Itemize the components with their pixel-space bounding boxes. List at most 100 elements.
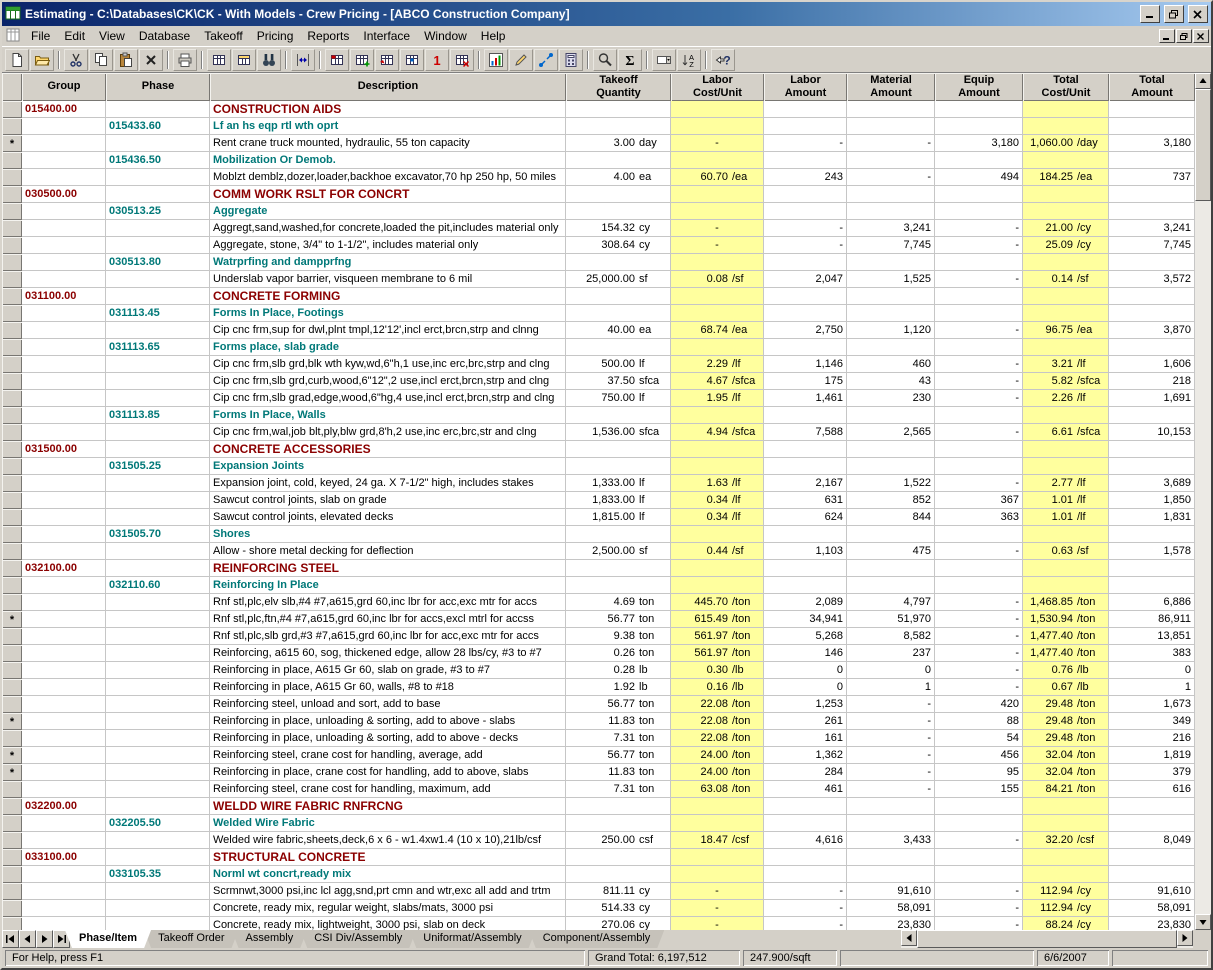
labor-cost-unit-cell[interactable] <box>671 186 764 203</box>
description-cell[interactable]: Sawcut control joints, elevated decks <box>210 509 566 526</box>
phase-cell[interactable] <box>106 373 210 390</box>
phase-cell[interactable] <box>106 288 210 305</box>
total-amount-cell[interactable] <box>1109 577 1195 594</box>
group-cell[interactable] <box>22 611 106 628</box>
equip-amount-cell[interactable] <box>935 577 1023 594</box>
description-cell[interactable]: Concrete, ready mix, lightweight, 3000 p… <box>210 917 566 930</box>
equip-amount-cell[interactable]: - <box>935 679 1023 696</box>
takeoff-quantity-cell[interactable] <box>566 152 671 169</box>
takeoff-quantity-cell[interactable]: 1.92 lb <box>566 679 671 696</box>
row-marker[interactable] <box>2 883 22 900</box>
group-cell[interactable] <box>22 390 106 407</box>
group-cell[interactable] <box>22 747 106 764</box>
equip-amount-cell[interactable]: 494 <box>935 169 1023 186</box>
phase-cell[interactable]: 031505.70 <box>106 526 210 543</box>
row-marker[interactable] <box>2 458 22 475</box>
phase-cell[interactable] <box>106 322 210 339</box>
labor-amount-cell[interactable]: - <box>764 900 847 917</box>
description-cell[interactable]: Reinforcing in place, unloading & sortin… <box>210 713 566 730</box>
scroll-down-button[interactable] <box>1195 914 1211 930</box>
material-amount-cell[interactable]: - <box>847 169 935 186</box>
group-cell[interactable] <box>22 543 106 560</box>
total-cost-unit-cell[interactable] <box>1023 305 1109 322</box>
takeoff-quantity-cell[interactable] <box>566 254 671 271</box>
material-amount-cell[interactable] <box>847 203 935 220</box>
equip-amount-cell[interactable]: 54 <box>935 730 1023 747</box>
material-amount-cell[interactable]: 1 <box>847 679 935 696</box>
tab-component-assembly[interactable]: Component/Assembly <box>529 930 665 948</box>
total-cost-unit-cell[interactable]: 1,060.00/day <box>1023 135 1109 152</box>
material-amount-cell[interactable]: 1,525 <box>847 271 935 288</box>
takeoff-quantity-cell[interactable] <box>566 101 671 118</box>
labor-amount-cell[interactable] <box>764 560 847 577</box>
description-cell[interactable]: Cip cnc frm,slb grd,blk wth kyw,wd,6"h,1… <box>210 356 566 373</box>
labor-amount-cell[interactable] <box>764 577 847 594</box>
phase-cell[interactable] <box>106 424 210 441</box>
material-amount-cell[interactable] <box>847 458 935 475</box>
total-amount-cell[interactable] <box>1109 118 1195 135</box>
material-amount-cell[interactable]: - <box>847 764 935 781</box>
labor-cost-unit-cell[interactable]: 60.70/ea <box>671 169 764 186</box>
title-bar[interactable]: Estimating - C:\Databases\CK\CK - With M… <box>2 2 1211 26</box>
labor-cost-unit-cell[interactable] <box>671 407 764 424</box>
labor-cost-unit-cell[interactable] <box>671 101 764 118</box>
corner-header[interactable] <box>2 73 22 101</box>
description-cell[interactable]: Cip cnc frm,sup for dwl,plnt tmpl,12'12'… <box>210 322 566 339</box>
group-cell[interactable]: 030500.00 <box>22 186 106 203</box>
labor-cost-unit-cell[interactable]: - <box>671 917 764 930</box>
labor-amount-cell[interactable]: 161 <box>764 730 847 747</box>
total-amount-cell[interactable]: 379 <box>1109 764 1195 781</box>
total-cost-unit-cell[interactable] <box>1023 560 1109 577</box>
description-cell[interactable]: Reinforcing in place, A615 Gr 60, walls,… <box>210 679 566 696</box>
takeoff-quantity-cell[interactable]: 750.00 lf <box>566 390 671 407</box>
labor-amount-cell[interactable] <box>764 152 847 169</box>
mdi-close-button[interactable] <box>1193 29 1209 43</box>
labor-cost-unit-cell[interactable] <box>671 866 764 883</box>
group-cell[interactable] <box>22 118 106 135</box>
equip-amount-cell[interactable] <box>935 798 1023 815</box>
total-cost-unit-cell[interactable]: 184.25/ea <box>1023 169 1109 186</box>
chart-icon[interactable] <box>484 48 508 71</box>
total-amount-cell[interactable]: 383 <box>1109 645 1195 662</box>
labor-cost-unit-cell[interactable] <box>671 254 764 271</box>
equip-amount-cell[interactable]: - <box>935 475 1023 492</box>
material-amount-cell[interactable]: 43 <box>847 373 935 390</box>
labor-cost-unit-cell[interactable] <box>671 815 764 832</box>
description-cell[interactable]: Rnf stl,plc,elv slb,#4 #7,a615,grd 60,in… <box>210 594 566 611</box>
description-cell[interactable]: Reinforcing, a615 60, sog, thickened edg… <box>210 645 566 662</box>
takeoff-quantity-cell[interactable]: 270.06 cy <box>566 917 671 930</box>
labor-amount-cell[interactable]: 175 <box>764 373 847 390</box>
row-marker[interactable]: * <box>2 747 22 764</box>
group-cell[interactable]: 033100.00 <box>22 849 106 866</box>
row-marker[interactable] <box>2 271 22 288</box>
labor-amount-cell[interactable] <box>764 441 847 458</box>
equip-amount-cell[interactable] <box>935 254 1023 271</box>
total-cost-unit-cell[interactable]: 32.04/ton <box>1023 764 1109 781</box>
row-marker[interactable] <box>2 526 22 543</box>
labor-amount-cell[interactable]: 2,047 <box>764 271 847 288</box>
total-cost-unit-cell[interactable] <box>1023 866 1109 883</box>
group-cell[interactable] <box>22 475 106 492</box>
takeoff-quantity-cell[interactable]: 308.64 cy <box>566 237 671 254</box>
material-amount-cell[interactable]: 1,120 <box>847 322 935 339</box>
equip-amount-cell[interactable]: 155 <box>935 781 1023 798</box>
total-cost-unit-cell[interactable] <box>1023 526 1109 543</box>
view-sheet-icon[interactable] <box>207 48 231 71</box>
equip-amount-cell[interactable] <box>935 101 1023 118</box>
description-cell[interactable]: Mobilization Or Demob. <box>210 152 566 169</box>
new-document-icon[interactable] <box>5 48 29 71</box>
takeoff-quantity-cell[interactable] <box>566 203 671 220</box>
group-cell[interactable] <box>22 424 106 441</box>
description-cell[interactable]: Cip cnc frm,slb grad,edge,wood,6"hg,4 us… <box>210 390 566 407</box>
row-marker[interactable]: * <box>2 764 22 781</box>
app-icon[interactable] <box>5 5 21 24</box>
labor-cost-unit-cell[interactable]: - <box>671 135 764 152</box>
description-cell[interactable]: CONCRETE ACCESSORIES <box>210 441 566 458</box>
sum-icon[interactable]: Σ <box>618 48 642 71</box>
takeoff-quantity-cell[interactable]: 1,815.00 lf <box>566 509 671 526</box>
labor-amount-cell[interactable]: 0 <box>764 679 847 696</box>
material-amount-cell[interactable] <box>847 441 935 458</box>
row-marker[interactable] <box>2 543 22 560</box>
phase-cell[interactable]: 033105.35 <box>106 866 210 883</box>
group-cell[interactable] <box>22 203 106 220</box>
